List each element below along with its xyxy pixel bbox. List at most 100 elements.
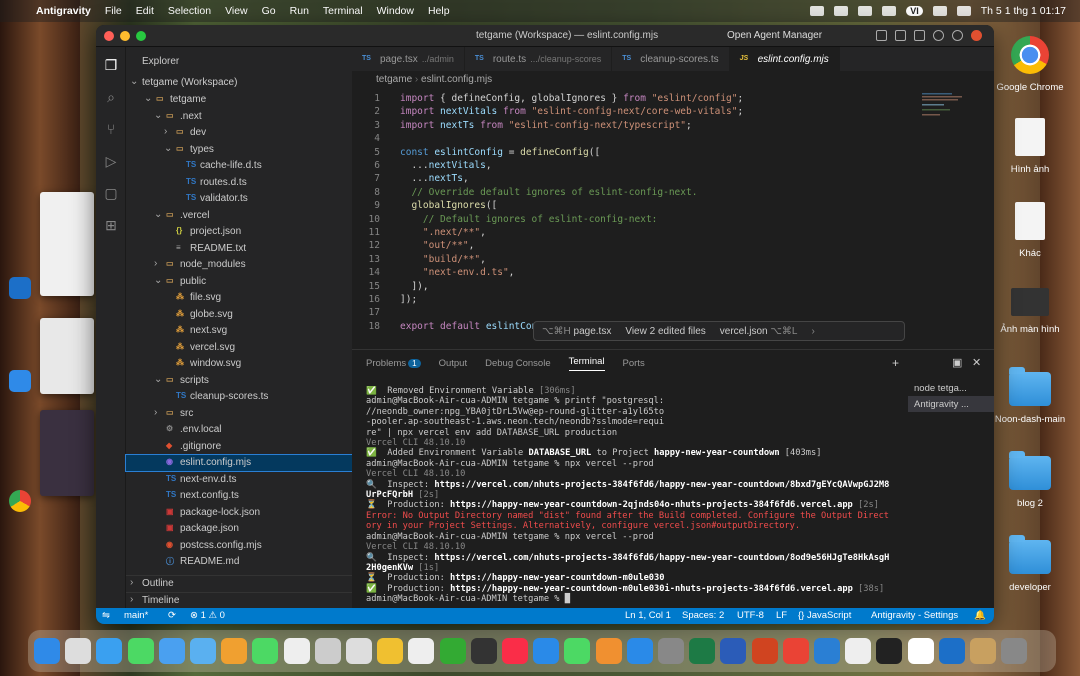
antigravity-icon[interactable] [876, 638, 903, 664]
tab-0[interactable]: TS page.tsx ../admin [352, 47, 465, 71]
desktop-icon[interactable]: Khác [980, 202, 1080, 259]
tree-item[interactable]: › ▭ node_modules [126, 257, 352, 273]
tree-item[interactable]: ▣ package-lock.json [126, 505, 352, 521]
battery-icon[interactable] [882, 6, 897, 16]
system-settings-icon[interactable] [658, 638, 684, 664]
freeform-icon[interactable] [408, 638, 435, 664]
tree-item[interactable]: ⁂ next.svg [126, 323, 352, 339]
language-mode[interactable]: {} JavaScript [798, 610, 851, 621]
tree-item[interactable]: TS cleanup-scores.ts [126, 389, 352, 405]
menu-help[interactable]: Help [428, 5, 450, 17]
tree-item[interactable]: ⌄ ▭ scripts [126, 373, 352, 389]
word-icon[interactable] [720, 638, 747, 664]
panel-tab-2[interactable]: Debug Console [485, 358, 551, 369]
tree-item[interactable]: › ▭ dev [126, 125, 352, 141]
control-center-icon[interactable] [956, 6, 971, 16]
zalo-icon[interactable] [845, 638, 872, 664]
telegram-icon[interactable] [938, 638, 965, 664]
menu-window[interactable]: Window [377, 5, 414, 17]
minimize-button[interactable] [120, 30, 130, 41]
notifications-icon[interactable]: 🔔 [974, 610, 986, 621]
close-button[interactable] [104, 30, 114, 41]
app-menu[interactable]: Antigravity [36, 5, 91, 17]
search-icon[interactable] [933, 30, 944, 41]
zoom-button[interactable] [136, 30, 146, 41]
music-icon[interactable] [502, 638, 528, 664]
remote-icon[interactable]: ▢ [103, 185, 119, 201]
tree-item[interactable]: ⌄ ▭ .vercel [126, 208, 352, 224]
breadcrumb-folder[interactable]: tetgame [376, 74, 412, 85]
gear-icon[interactable] [952, 30, 963, 41]
numbers-icon[interactable] [439, 638, 466, 664]
calendar-icon[interactable] [314, 638, 341, 664]
next-file-link[interactable]: vercel.json ⌥⌘L [720, 326, 798, 337]
tab-1[interactable]: TS route.ts .../cleanup-scores [465, 47, 613, 71]
messages-icon[interactable] [127, 638, 154, 664]
outline-section[interactable]: › Outline [126, 575, 352, 591]
apple-menu-icon[interactable] [14, 4, 28, 18]
facetime-icon[interactable] [252, 638, 279, 664]
panel-tab-0[interactable]: Problems 1 [366, 358, 421, 369]
photos-icon[interactable] [221, 638, 248, 664]
tree-item[interactable]: ⁂ globe.svg [126, 307, 352, 323]
tree-item[interactable]: TS routes.d.ts [126, 175, 352, 191]
tv-icon[interactable] [470, 638, 497, 664]
menu-file[interactable]: File [105, 5, 122, 17]
powerpoint-icon[interactable] [751, 638, 778, 664]
pages-icon[interactable] [595, 638, 622, 664]
terminal-output[interactable]: ✅ Removed Environment Variable [306ms] ad… [366, 386, 896, 605]
desktop-icon[interactable]: Hình ảnh [980, 118, 1080, 175]
tree-item[interactable]: ◆ .gitignore [126, 439, 352, 455]
tree-item[interactable]: ⁂ vercel.svg [126, 340, 352, 356]
sync-icon[interactable]: ⟳ [168, 610, 176, 621]
branch-status[interactable]: main* [124, 610, 148, 621]
tree-item[interactable]: ⓘ README.md [126, 554, 352, 570]
toggle-panel-icon[interactable] [895, 30, 906, 41]
input-method-badge[interactable]: VI [906, 6, 923, 16]
tree-item[interactable]: TS next.config.ts [126, 488, 352, 504]
code-editor[interactable]: 1 import { defineConfig, globalIgnores } … [352, 89, 994, 349]
trash-icon[interactable] [1001, 638, 1028, 664]
tree-item[interactable]: ▣ package.json [126, 521, 352, 537]
wifi-icon[interactable] [932, 6, 947, 16]
terminal-instance[interactable]: Antigravity ... [908, 396, 994, 412]
account-icon[interactable] [971, 30, 982, 41]
tree-item[interactable]: ⌄ ▭ .next [126, 109, 352, 125]
contacts-icon[interactable] [283, 638, 310, 664]
close-panel-icon[interactable]: ✕ [972, 356, 981, 369]
encoding[interactable]: UTF-8 [737, 610, 764, 621]
gamepad-icon[interactable] [810, 6, 825, 16]
stage-window-thumbnail[interactable] [40, 192, 94, 296]
tree-item[interactable]: ⁂ file.svg [126, 290, 352, 306]
app-store-icon[interactable] [626, 638, 653, 664]
mail-icon[interactable] [158, 638, 185, 664]
tree-item[interactable]: TS validator.ts [126, 191, 352, 207]
stage-window-thumbnail[interactable] [40, 318, 94, 394]
notes-icon[interactable] [377, 638, 404, 664]
stage-window-thumbnail[interactable] [40, 410, 94, 496]
tree-item[interactable]: ⌄ ▭ types [126, 142, 352, 158]
telegram-icon[interactable] [9, 277, 31, 299]
menu-view[interactable]: View [225, 5, 248, 17]
workspace-root[interactable]: ⌄ tetgame (Workspace) [126, 75, 352, 91]
charts-icon[interactable] [564, 638, 591, 664]
reminders-icon[interactable] [346, 638, 372, 664]
view-edited-files-link[interactable]: View 2 edited files [625, 326, 705, 337]
menu-run[interactable]: Run [290, 5, 309, 17]
clock[interactable]: Th 5 1 thg 1 01:17 [981, 5, 1066, 17]
line-ending[interactable]: LF [776, 610, 787, 621]
menu-go[interactable]: Go [262, 5, 276, 17]
tree-item[interactable]: ≡ README.txt [126, 241, 352, 257]
menu-edit[interactable]: Edit [136, 5, 154, 17]
safari-icon[interactable] [96, 638, 123, 664]
chrome-icon[interactable] [9, 490, 31, 512]
panel-tab-4[interactable]: Ports [623, 358, 645, 369]
tab-3[interactable]: JS eslint.config.mjs [729, 47, 840, 71]
finder-icon[interactable] [34, 638, 60, 664]
maps-icon[interactable] [190, 638, 216, 664]
chrome-icon[interactable] [782, 638, 809, 664]
screen-icon[interactable] [834, 6, 849, 16]
cursor-position[interactable]: Ln 1, Col 1 [625, 610, 671, 621]
settings-status[interactable]: Antigravity - Settings [871, 610, 958, 621]
record-icon[interactable] [858, 6, 873, 16]
